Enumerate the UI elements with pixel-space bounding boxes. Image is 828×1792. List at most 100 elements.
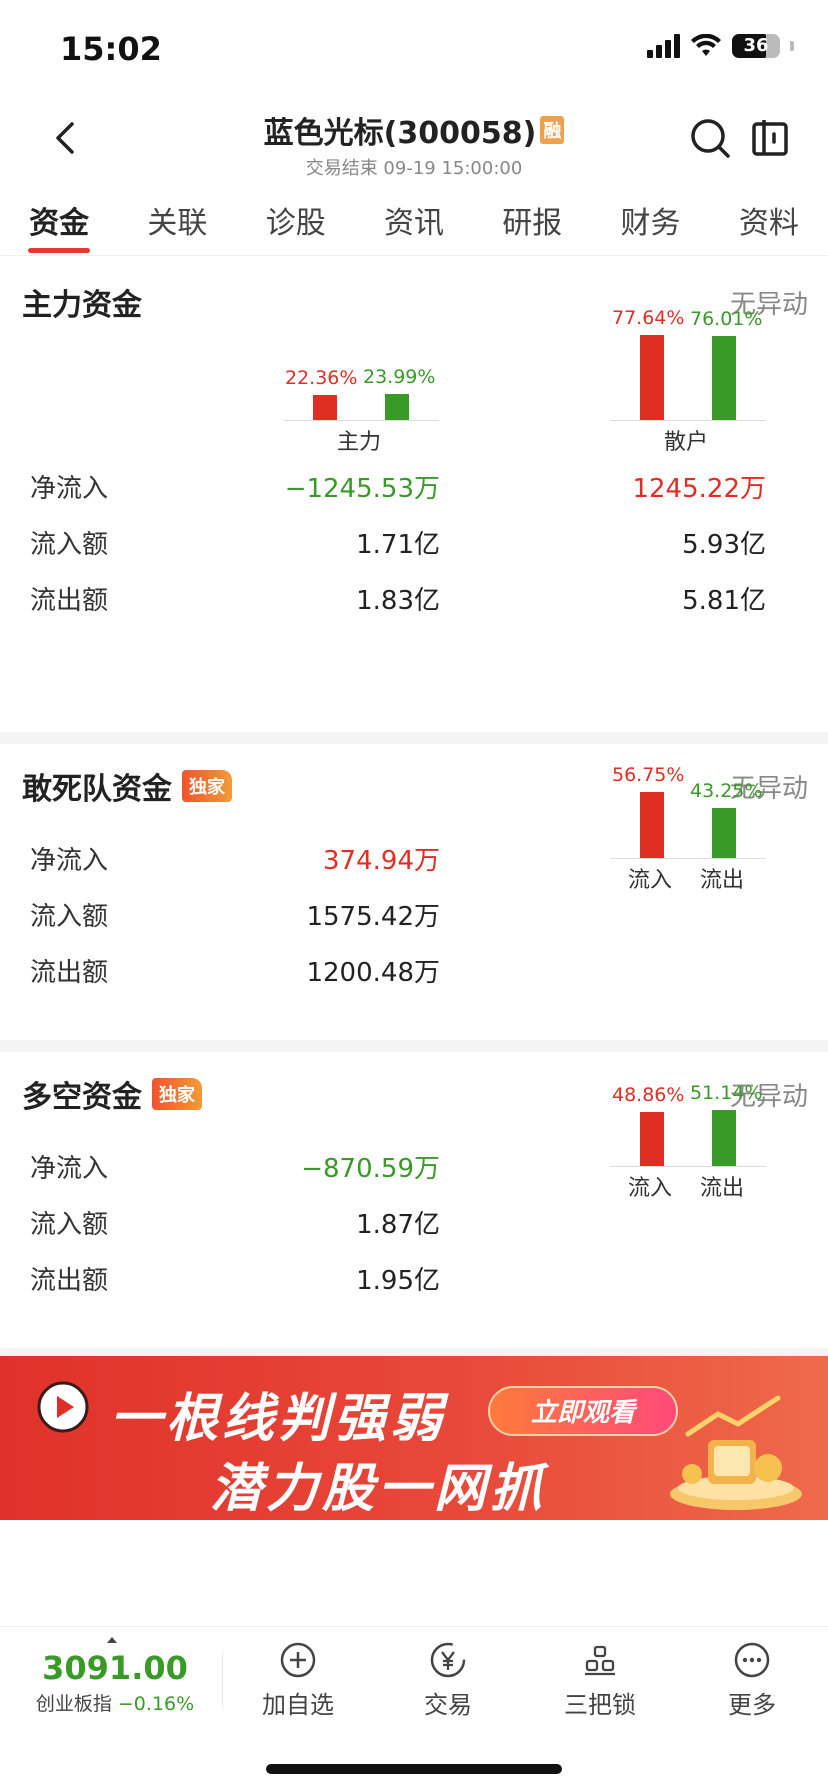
- retail-value: 5.81亿: [682, 586, 766, 616]
- long-short-section: 多空资金 独家 无异动 净流入 −870.59万 流入额 1.87亿 流出额 1.95亿 …: [0, 1052, 828, 1348]
- cellular-signal-icon: [647, 34, 680, 58]
- dare-capital-title-text: 敢死队资金: [22, 772, 172, 807]
- dare-inflow-label: 流入: [628, 868, 673, 893]
- toolbar-divider: [222, 1653, 223, 1707]
- margin-badge: 融: [540, 116, 565, 144]
- coins-illustration-icon: [670, 1395, 802, 1510]
- bottom-toolbar: 3091.00 创业板指 −0.16% 加自选 交易 三把锁 更多: [0, 1626, 828, 1736]
- retail-value: 1245.22万: [632, 474, 766, 504]
- tab-2[interactable]: 诊股: [237, 180, 355, 255]
- tab-0[interactable]: 资金: [0, 180, 118, 255]
- main-force-value: 1.71亿: [356, 530, 440, 560]
- battery-icon: 36: [732, 34, 780, 58]
- tab-3[interactable]: 资讯: [355, 180, 473, 255]
- dare-capital-title: 敢死队资金 独家: [22, 764, 232, 808]
- row-value: 1575.42万: [306, 902, 440, 932]
- long-short-title: 多空资金 独家: [22, 1072, 202, 1116]
- tab-6[interactable]: 资料: [710, 180, 828, 255]
- long-short-outflow-bar: [712, 1110, 736, 1166]
- play-icon: [37, 1381, 89, 1433]
- plus-circle-icon: [280, 1642, 316, 1678]
- locks-stack-icon: [585, 1645, 615, 1676]
- retail-outflow-pct: 76.01%: [690, 308, 763, 330]
- index-ticker[interactable]: 3091.00 创业板指 −0.16%: [30, 1649, 200, 1716]
- long-short-outflow-label: 流出: [700, 1176, 745, 1201]
- dare-inflow-pct: 56.75%: [612, 764, 685, 786]
- main-force-inflow-bar: [313, 395, 337, 420]
- index-value: 3091.00: [42, 1649, 188, 1687]
- nav-label: 更多: [728, 1691, 776, 1719]
- main-force-outflow-pct: 23.99%: [363, 366, 436, 388]
- row-label: 流出额: [30, 586, 109, 616]
- nav-label: 加自选: [262, 1691, 334, 1719]
- long-short-outflow-pct: 51.14%: [690, 1082, 763, 1104]
- battery-tip: [790, 41, 794, 51]
- index-name: 创业板指: [35, 1693, 112, 1715]
- dare-outflow-bar: [712, 808, 736, 858]
- tab-1[interactable]: 关联: [118, 180, 236, 255]
- retail-category: 散户: [664, 430, 709, 455]
- dare-capital-section: 敢死队资金 独家 无异动 净流入 374.94万 流入额 1575.42万 流出额 120…: [0, 744, 828, 1040]
- section-divider: [0, 1348, 828, 1356]
- retail-outflow-bar: [712, 336, 736, 420]
- row-value: 1.95亿: [356, 1266, 440, 1296]
- trade-button[interactable]: 交易: [388, 1641, 508, 1720]
- retail-inflow-pct: 77.64%: [612, 307, 685, 329]
- tab-bar: 资金 关联 诊股 资讯 研报 财务 资料: [0, 180, 828, 256]
- home-indicator[interactable]: [266, 1764, 562, 1774]
- row-label: 流出额: [30, 1266, 109, 1296]
- dare-outflow-label: 流出: [700, 868, 745, 893]
- share-icon[interactable]: [748, 116, 792, 160]
- row-value: 1200.48万: [306, 958, 440, 988]
- caret-up-icon[interactable]: [107, 1637, 117, 1643]
- row-label: 流入额: [30, 530, 109, 560]
- retail-value: 5.93亿: [682, 530, 766, 560]
- three-locks-button[interactable]: 三把锁: [540, 1641, 660, 1720]
- long-short-baseline: [610, 1166, 766, 1167]
- row-label: 流入额: [30, 902, 109, 932]
- long-short-title-text: 多空资金: [22, 1080, 142, 1115]
- banner-subline: 潜力股一网抓: [210, 1459, 547, 1519]
- row-label: 净流入: [30, 474, 109, 504]
- watch-now-button[interactable]: 立即观看: [488, 1386, 678, 1436]
- row-label: 流入额: [30, 1210, 109, 1240]
- retail-baseline: [610, 420, 766, 421]
- nav-label: 三把锁: [564, 1691, 636, 1719]
- main-force-value: 1.83亿: [356, 586, 440, 616]
- row-label: 净流入: [30, 1154, 109, 1184]
- main-force-inflow-pct: 22.36%: [285, 367, 358, 389]
- more-button[interactable]: 更多: [692, 1641, 812, 1720]
- dare-outflow-pct: 43.25%: [690, 780, 763, 802]
- status-bar: 15:02 36: [0, 0, 828, 100]
- status-time: 15:02: [60, 30, 162, 68]
- search-icon[interactable]: [688, 116, 732, 160]
- main-capital-section: 主力资金 无异动 22.36% 23.99% 主力 77.64% 76.01% 散户 净流…: [0, 256, 828, 732]
- section-divider: [0, 1040, 828, 1052]
- tab-5[interactable]: 财务: [591, 180, 709, 255]
- dare-inflow-bar: [640, 792, 664, 858]
- status-icons: 36: [647, 34, 794, 58]
- banner-headline: 一根线判强弱: [110, 1389, 447, 1449]
- main-force-value: −1245.53万: [284, 474, 440, 504]
- stock-header: 蓝色光标(300058) 融 交易结束 09-19 15:00:00: [0, 100, 828, 180]
- row-label: 流出额: [30, 958, 109, 988]
- row-label: 净流入: [30, 846, 109, 876]
- dare-baseline: [610, 858, 766, 859]
- index-info: 创业板指 −0.16%: [30, 1689, 200, 1716]
- promo-banner[interactable]: 一根线判强弱 潜力股一网抓 立即观看: [0, 1356, 828, 1520]
- main-capital-title: 主力资金: [22, 280, 142, 324]
- long-short-inflow-label: 流入: [628, 1176, 673, 1201]
- section-divider: [0, 732, 828, 744]
- tab-4[interactable]: 研报: [473, 180, 591, 255]
- exclusive-badge: 独家: [182, 770, 232, 802]
- index-change: −0.16%: [117, 1693, 195, 1715]
- row-value: 1.87亿: [356, 1210, 440, 1240]
- row-value: 374.94万: [323, 846, 440, 876]
- main-capital-title-text: 主力资金: [22, 288, 142, 323]
- battery-level: 36: [743, 35, 769, 56]
- retail-inflow-bar: [640, 335, 664, 420]
- wifi-icon: [691, 34, 721, 56]
- yen-circle-icon: [430, 1642, 466, 1678]
- add-watchlist-button[interactable]: 加自选: [238, 1641, 358, 1720]
- long-short-inflow-bar: [640, 1112, 664, 1166]
